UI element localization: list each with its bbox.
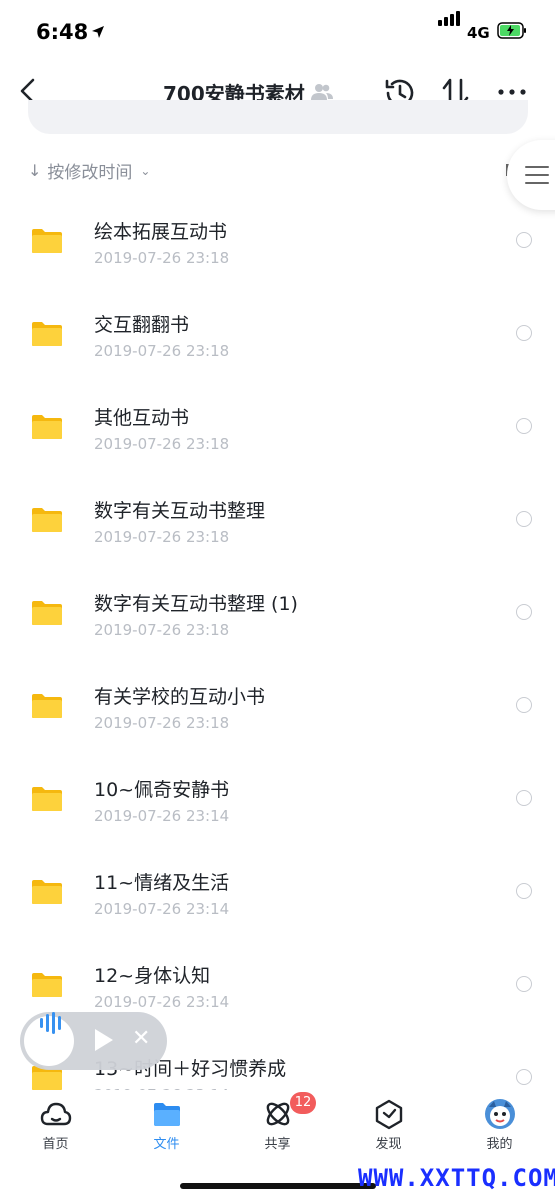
select-radio[interactable] [516,511,532,527]
select-radio[interactable] [516,232,532,248]
chevron-down-icon: ⌄ [140,163,151,178]
tab-label: 文件 [153,1137,180,1152]
file-row[interactable]: 10~佩奇安静书 2019-07-26 23:14 [0,743,555,836]
folder-icon [32,415,62,439]
folder-icon [32,322,62,346]
cloud-home-icon [40,1102,72,1126]
file-name: 绘本拓展互动书 [94,221,228,243]
folder-icon [32,880,62,904]
select-radio[interactable] [516,883,532,899]
folder-icon [32,787,62,811]
status-time: 6:48 [36,20,89,44]
file-date: 2019-07-26 23:18 [94,249,230,267]
file-name: 11~情绪及生活 [94,872,230,894]
network-type: 4G [467,24,490,42]
select-radio[interactable] [516,790,532,806]
file-row[interactable]: 其他互动书 2019-07-26 23:18 [0,371,555,464]
location-arrow-icon [92,26,104,38]
tab-share[interactable]: 12 共享 [222,1090,333,1160]
file-date: 2019-07-26 23:18 [94,342,230,360]
search-bar[interactable] [28,100,528,134]
notification-badge: 12 [290,1092,316,1114]
select-radio[interactable] [516,697,532,713]
file-date: 2019-07-26 23:18 [94,528,230,546]
tab-home[interactable]: 首页 [0,1090,111,1160]
discover-cube-icon [375,1099,403,1130]
audio-wave-button[interactable] [24,1012,74,1066]
file-name: 数字有关互动书整理 (1) [94,593,298,615]
folder-icon [32,973,62,997]
select-radio[interactable] [516,418,532,434]
select-radio[interactable] [516,1069,532,1085]
file-date: 2019-07-26 23:18 [94,621,230,639]
tab-label: 首页 [42,1137,69,1152]
select-radio[interactable] [516,604,532,620]
file-row[interactable]: 有关学校的互动小书 2019-07-26 23:18 [0,650,555,743]
file-row[interactable]: 12~身体认知 2019-07-26 23:14 [0,929,555,1022]
select-radio[interactable] [516,325,532,341]
folder-icon [32,229,62,253]
folder-icon [154,1103,180,1126]
status-bar: 6:48 4G [0,0,555,64]
file-row[interactable]: 交互翻翻书 2019-07-26 23:18 [0,278,555,371]
shared-users-icon [311,84,333,100]
file-date: 2019-07-26 23:14 [94,807,230,825]
sort-selector[interactable]: ↓ 按修改时间 ⌄ [28,158,150,183]
avatar-icon [485,1099,515,1129]
play-icon[interactable] [95,1029,113,1051]
folder-icon [32,601,62,625]
sort-label: 按修改时间 [47,163,133,183]
select-radio[interactable] [516,976,532,992]
file-name: 12~身体认知 [94,965,211,987]
file-name: 10~佩奇安静书 [94,779,230,801]
file-row[interactable]: 11~情绪及生活 2019-07-26 23:14 [0,836,555,929]
sort-down-icon: ↓ [28,161,42,180]
file-name: 其他互动书 [94,407,190,429]
file-row[interactable]: 绘本拓展互动书 2019-07-26 23:18 [0,185,555,278]
folder-icon [32,508,62,532]
file-date: 2019-07-26 23:18 [94,435,230,453]
tab-label: 发现 [375,1137,402,1152]
tab-label: 共享 [264,1137,291,1152]
home-indicator [180,1183,376,1189]
folder-icon [32,694,62,718]
file-date: 2019-07-26 23:14 [94,993,230,1011]
file-row[interactable]: 数字有关互动书整理 2019-07-26 23:18 [0,464,555,557]
file-date: 2019-07-26 23:14 [94,900,230,918]
tab-discover[interactable]: 发现 [333,1090,444,1160]
floating-audio-player[interactable]: ✕ [20,1012,167,1070]
tab-files[interactable]: 文件 [111,1090,222,1160]
tab-label: 我的 [486,1137,513,1152]
close-icon[interactable]: ✕ [132,1026,150,1051]
tab-mine[interactable]: 我的 [444,1090,555,1160]
file-name: 数字有关互动书整理 [94,500,266,522]
watermark-text: WWW.XXTTQ.COM [358,1164,555,1192]
battery-charging-icon [497,22,526,39]
file-row[interactable]: 数字有关互动书整理 (1) 2019-07-26 23:18 [0,557,555,650]
file-name: 交互翻翻书 [94,314,190,336]
file-name: 有关学校的互动小书 [94,686,266,708]
file-date: 2019-07-26 23:18 [94,714,230,732]
